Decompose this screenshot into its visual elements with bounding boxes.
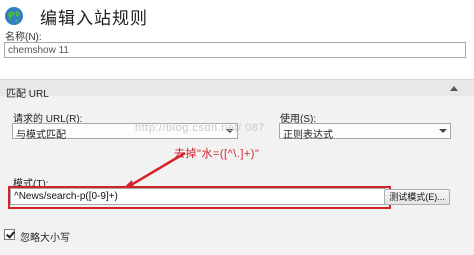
test-pattern-button[interactable]: 测试模式(E)... (384, 189, 450, 205)
section-header (0, 80, 474, 96)
name-label: 名称(N): (5, 32, 42, 43)
watermark: http://blog.csdn.net/ 087 (135, 122, 265, 134)
globe-icon (5, 7, 23, 25)
section-title: 匹配 URL (6, 89, 49, 100)
collapse-icon[interactable] (448, 84, 460, 94)
match-url-section (0, 79, 474, 255)
chevron-down-icon[interactable] (436, 125, 449, 137)
page-title: 编辑入站规则 (40, 9, 148, 29)
ignore-case-checkbox[interactable] (4, 229, 15, 240)
using-value: 正则表达式 (283, 130, 333, 141)
ignore-case-label: 忽略大小写 (20, 233, 70, 244)
highlight-box (8, 186, 391, 209)
using-select[interactable]: 正则表达式 (279, 123, 451, 141)
name-field[interactable]: chemshow 11 (4, 42, 466, 58)
requested-url-value: 与模式匹配 (16, 130, 66, 141)
